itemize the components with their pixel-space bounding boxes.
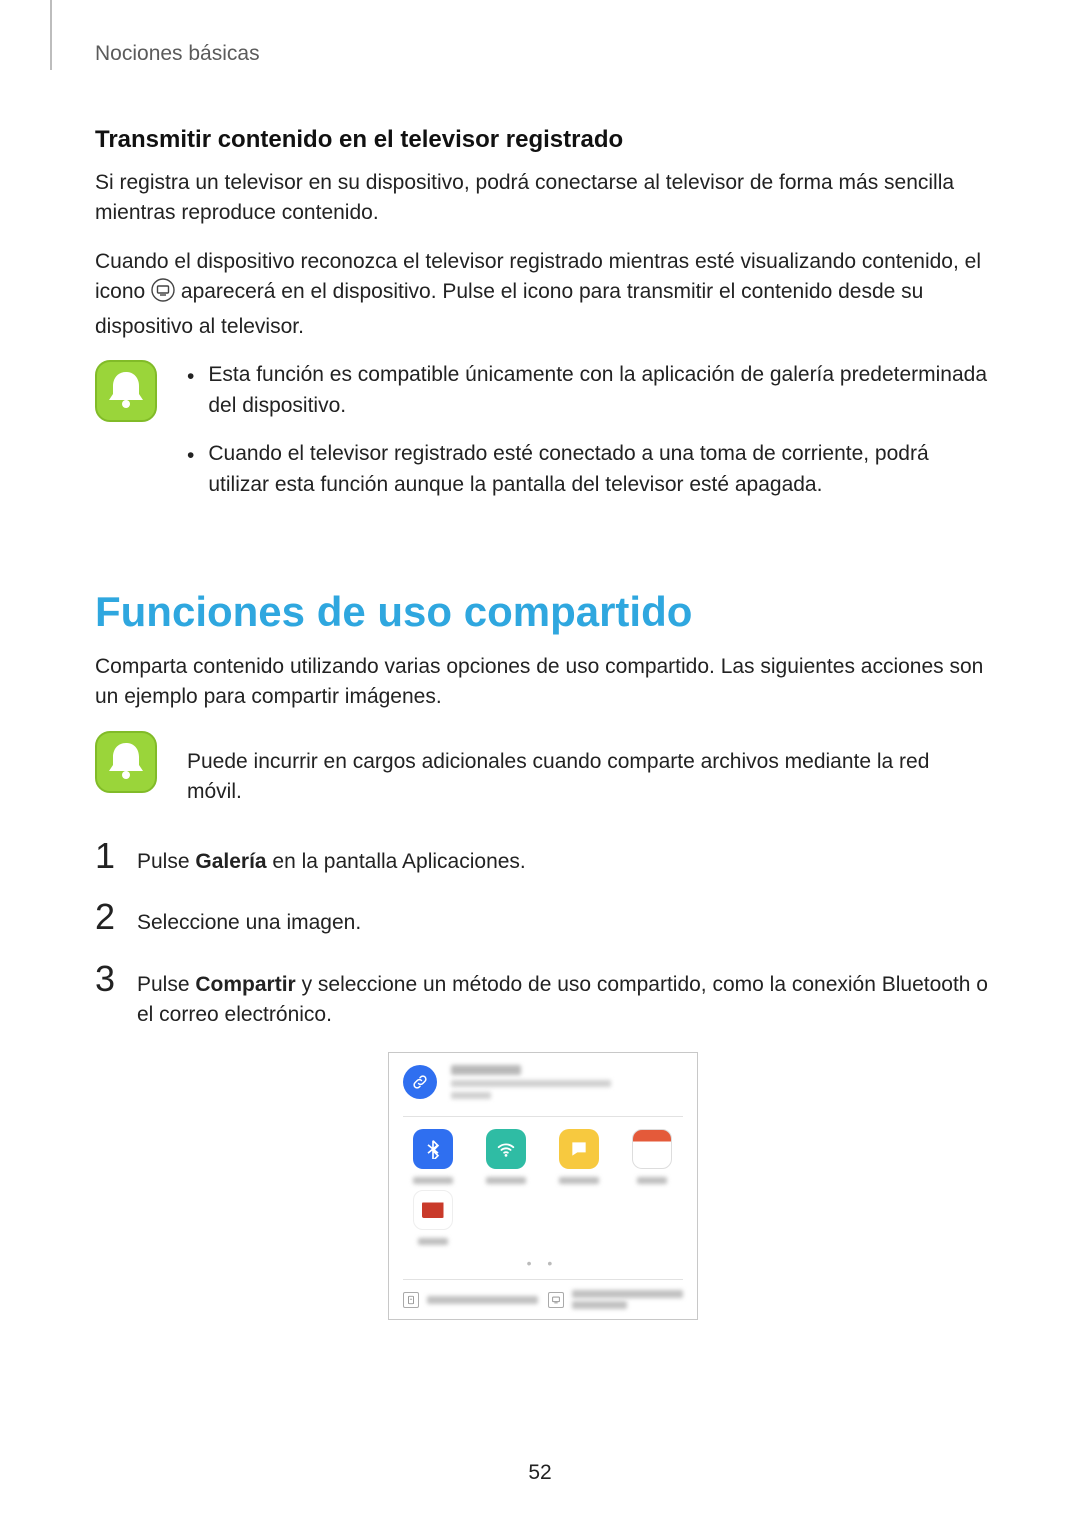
note-bell-icon (95, 360, 159, 424)
blurred-text (418, 1238, 448, 1245)
smart-view-action (548, 1290, 683, 1309)
bold-text: Compartir (195, 973, 295, 996)
blurred-text (427, 1296, 538, 1304)
step: 3 Pulse Compartir y seleccione un método… (95, 961, 990, 1031)
share-option-wifi-direct (476, 1129, 536, 1184)
step-number: 3 (95, 961, 121, 997)
bottom-actions (403, 1279, 683, 1309)
blurred-text (572, 1290, 683, 1298)
step-text: Seleccione una imagen. (137, 908, 990, 938)
paragraph: Si registra un televisor en su dispositi… (95, 168, 990, 229)
text-fragment: aparecerá en el dispositivo. Pulse el ic… (95, 280, 923, 337)
bluetooth-icon (413, 1129, 453, 1169)
blurred-text (486, 1177, 526, 1184)
blurred-text (572, 1301, 628, 1309)
blurred-text (451, 1065, 521, 1075)
list-item: • Esta función es compatible únicamente … (187, 360, 990, 421)
share-options-row (403, 1190, 683, 1245)
note-block: • Esta función es compatible únicamente … (95, 360, 990, 518)
bullet-dot: • (187, 360, 194, 421)
text-fragment: Pulse (137, 973, 195, 996)
text-fragment: en la pantalla Aplicaciones. (267, 850, 526, 873)
step-text: Pulse Compartir y seleccione un método d… (137, 970, 990, 1031)
page-title: Funciones de uso compartido (95, 588, 990, 636)
list-item-text: Cuando el televisor registrado esté cone… (208, 439, 990, 500)
page-number: 52 (0, 1461, 1080, 1485)
embedded-screenshot: • • (95, 1052, 990, 1320)
note-bell-icon (95, 731, 159, 795)
paragraph: Comparta contenido utilizando varias opc… (95, 652, 990, 713)
cast-icon (548, 1292, 564, 1308)
breadcrumb: Nociones básicas (95, 42, 990, 66)
blurred-text (451, 1080, 611, 1087)
step-text: Pulse Galería en la pantalla Aplicacione… (137, 847, 990, 877)
share-options-row (403, 1129, 683, 1184)
step-number: 1 (95, 838, 121, 874)
note-list: • Esta función es compatible únicamente … (187, 360, 990, 518)
blurred-text (451, 1092, 491, 1099)
list-item: • Cuando el televisor registrado esté co… (187, 439, 990, 500)
share-sheet-mock: • • (388, 1052, 698, 1320)
text-fragment: Pulse (137, 850, 195, 873)
note-block: Puede incurrir en cargos adicionales cua… (95, 731, 990, 808)
vertical-rule (50, 0, 52, 70)
page-indicator: • • (403, 1255, 683, 1271)
share-option-bluetooth (403, 1129, 463, 1184)
bold-text: Galería (195, 850, 266, 873)
email-icon (413, 1190, 453, 1230)
wifi-icon (486, 1129, 526, 1169)
blurred-text (559, 1177, 599, 1184)
message-icon (559, 1129, 599, 1169)
calendar-icon (632, 1129, 672, 1169)
blurred-text (637, 1177, 667, 1184)
step-number: 2 (95, 899, 121, 935)
transfer-files-action (403, 1290, 538, 1309)
share-option-email (403, 1190, 463, 1245)
section-heading: Transmitir contenido en el televisor reg… (95, 126, 990, 154)
step: 2 Seleccione una imagen. (95, 899, 990, 938)
note-text: Puede incurrir en cargos adicionales cua… (187, 731, 990, 808)
link-sharing-row (403, 1065, 683, 1117)
cast-icon (151, 278, 175, 311)
link-sharing-icon (403, 1065, 437, 1099)
blurred-text (413, 1177, 453, 1184)
paragraph: Cuando el dispositivo reconozca el telev… (95, 247, 990, 342)
device-icon (403, 1292, 419, 1308)
step: 1 Pulse Galería en la pantalla Aplicacio… (95, 838, 990, 877)
share-option-messages (549, 1129, 609, 1184)
page: Nociones básicas Transmitir contenido en… (0, 0, 1080, 1527)
list-item-text: Esta función es compatible únicamente co… (208, 360, 990, 421)
bullet-dot: • (187, 439, 194, 500)
link-sharing-text (451, 1065, 683, 1104)
share-option-calendar (622, 1129, 682, 1184)
